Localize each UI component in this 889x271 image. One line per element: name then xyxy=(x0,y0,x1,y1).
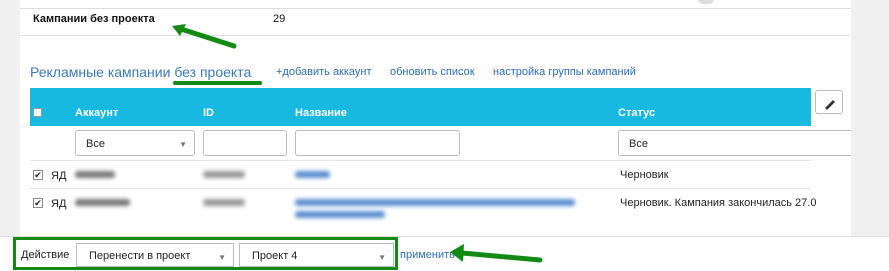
divider xyxy=(20,35,851,36)
campaign-status: Черновик. Кампания закончилась 27.0 xyxy=(620,197,817,209)
apply-link[interactable]: применить xyxy=(400,249,455,261)
blurred-account xyxy=(75,171,115,178)
status-filter-value: Все xyxy=(629,138,648,150)
table-row[interactable]: ✔ ЯД Черновик. Кампания закончилась 27.0 xyxy=(30,188,816,218)
action-label: Действие xyxy=(21,249,70,261)
green-arrow-icon xyxy=(172,24,237,49)
blurred-campaign-name[interactable] xyxy=(295,171,330,178)
blurred-campaign-name[interactable] xyxy=(295,211,385,218)
underline-highlight xyxy=(173,81,262,85)
column-status[interactable]: Статус xyxy=(618,107,655,119)
blurred-id xyxy=(203,171,245,178)
column-account[interactable]: Аккаунт xyxy=(75,107,118,119)
name-filter-input[interactable] xyxy=(295,130,460,156)
row-checkbox[interactable]: ✔ xyxy=(33,198,43,208)
caret-down-icon: ▼ xyxy=(218,253,226,262)
status-filter-select[interactable]: Все xyxy=(618,130,851,156)
main-panel: Кампании без проекта 29 Рекламные кампан… xyxy=(20,0,851,236)
project-select[interactable]: Проект 4 ▼ xyxy=(239,243,394,267)
pencil-icon xyxy=(825,100,835,110)
green-arrow-icon xyxy=(450,244,543,263)
caret-down-icon: ▼ xyxy=(378,253,386,262)
campaign-status: Черновик xyxy=(620,169,669,181)
blurred-campaign-name[interactable] xyxy=(295,199,575,206)
account-filter-value: Все xyxy=(86,138,105,150)
refresh-list-link[interactable]: обновить список xyxy=(390,66,475,78)
add-account-link[interactable]: +добавить аккаунт xyxy=(276,66,372,78)
action-select-value: Перенести в проект xyxy=(89,250,191,262)
account-filter-select[interactable]: Все ▼ xyxy=(75,130,195,156)
column-id[interactable]: ID xyxy=(203,107,214,119)
summary-value: 29 xyxy=(273,13,286,25)
blurred-id xyxy=(203,199,245,206)
divider xyxy=(20,8,851,9)
edit-columns-button[interactable] xyxy=(815,90,843,114)
column-name[interactable]: Название xyxy=(295,107,347,119)
campaign-group-settings-link[interactable]: настройка группы кампаний xyxy=(493,66,636,78)
project-select-value: Проект 4 xyxy=(252,250,298,262)
account-type: ЯД xyxy=(51,198,67,210)
account-type: ЯД xyxy=(51,170,67,182)
action-select[interactable]: Перенести в проект ▼ xyxy=(76,243,234,267)
blurred-account xyxy=(75,199,130,206)
select-all-checkbox[interactable] xyxy=(33,108,42,117)
row-checkbox[interactable]: ✔ xyxy=(33,170,43,180)
id-filter-input[interactable] xyxy=(203,130,287,156)
caret-down-icon: ▼ xyxy=(179,140,187,149)
table-row[interactable]: ✔ ЯД Черновик xyxy=(30,160,811,190)
table-header: Аккаунт ID Название Статус xyxy=(30,88,811,126)
scroll-indicator xyxy=(698,0,714,4)
summary-label: Кампании без проекта xyxy=(33,13,155,25)
